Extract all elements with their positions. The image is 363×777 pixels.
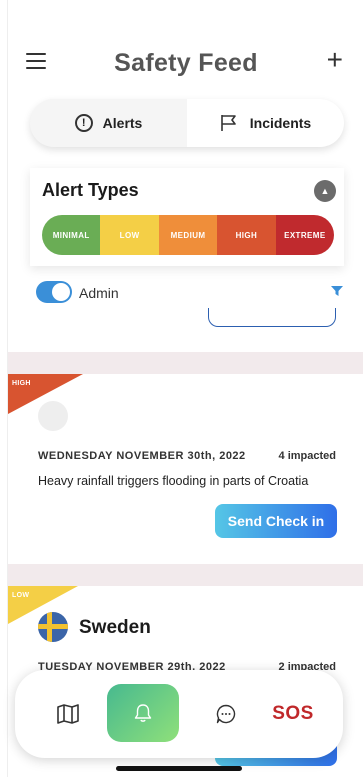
feed-card[interactable]: HIGH WEDNESDAY NOVEMBER 30th, 2022 4 imp… — [8, 374, 363, 564]
add-button[interactable]: + — [327, 46, 343, 74]
segmented-tabs: ! Alerts Incidents — [30, 99, 344, 147]
filter-icon[interactable] — [331, 285, 343, 297]
feed-divider — [8, 564, 363, 586]
feed-divider — [8, 352, 363, 374]
tab-alerts-label: Alerts — [102, 115, 143, 131]
sweden-flag-icon — [38, 612, 68, 642]
send-check-in-button[interactable]: Send Check in — [215, 504, 337, 538]
impacted-count: 4 impacted — [278, 450, 336, 462]
severity-label: LOW — [12, 592, 30, 599]
alert-types-title: Alert Types — [42, 180, 139, 200]
level-extreme: EXTREME — [275, 215, 334, 255]
home-indicator — [116, 766, 242, 771]
admin-toggle-label: Admin — [79, 285, 119, 301]
nav-map[interactable] — [45, 670, 91, 758]
alert-level-scale: MINIMAL LOW MEDIUM HIGH EXTREME — [42, 215, 334, 255]
search-field[interactable] — [208, 308, 336, 327]
flag-icon — [220, 115, 236, 131]
alert-types-card: Alert Types ▲ MINIMAL LOW MEDIUM HIGH EX… — [30, 168, 344, 266]
map-icon — [57, 704, 79, 724]
nav-alerts[interactable] — [107, 684, 179, 742]
tab-incidents-label: Incidents — [249, 115, 312, 131]
level-low: LOW — [100, 215, 159, 255]
alert-circle-icon: ! — [74, 114, 93, 132]
level-high: HIGH — [217, 215, 276, 255]
country-name: Sweden — [79, 617, 151, 638]
severity-label: HIGH — [12, 380, 31, 387]
admin-toggle[interactable] — [36, 281, 72, 303]
bottom-nav: SOS — [15, 670, 343, 758]
tab-incidents[interactable]: Incidents — [187, 99, 344, 147]
level-medium: MEDIUM — [158, 215, 218, 255]
sos-button[interactable]: SOS — [263, 670, 323, 758]
page-title: Safety Feed — [114, 49, 258, 77]
nav-chat[interactable] — [203, 670, 249, 758]
app-screen: Safety Feed + ! Alerts Incidents Alert T… — [7, 0, 363, 777]
tab-alerts[interactable]: ! Alerts — [30, 99, 187, 147]
alert-headline: Heavy rainfall triggers flooding in part… — [38, 474, 309, 488]
collapse-chevron-up-icon[interactable]: ▲ — [314, 180, 336, 202]
alert-date: WEDNESDAY NOVEMBER 30th, 2022 — [38, 450, 246, 462]
chat-bubble-icon — [216, 704, 236, 724]
bell-icon — [134, 704, 152, 722]
country-flag-placeholder — [38, 401, 68, 431]
level-minimal: MINIMAL — [42, 215, 101, 255]
